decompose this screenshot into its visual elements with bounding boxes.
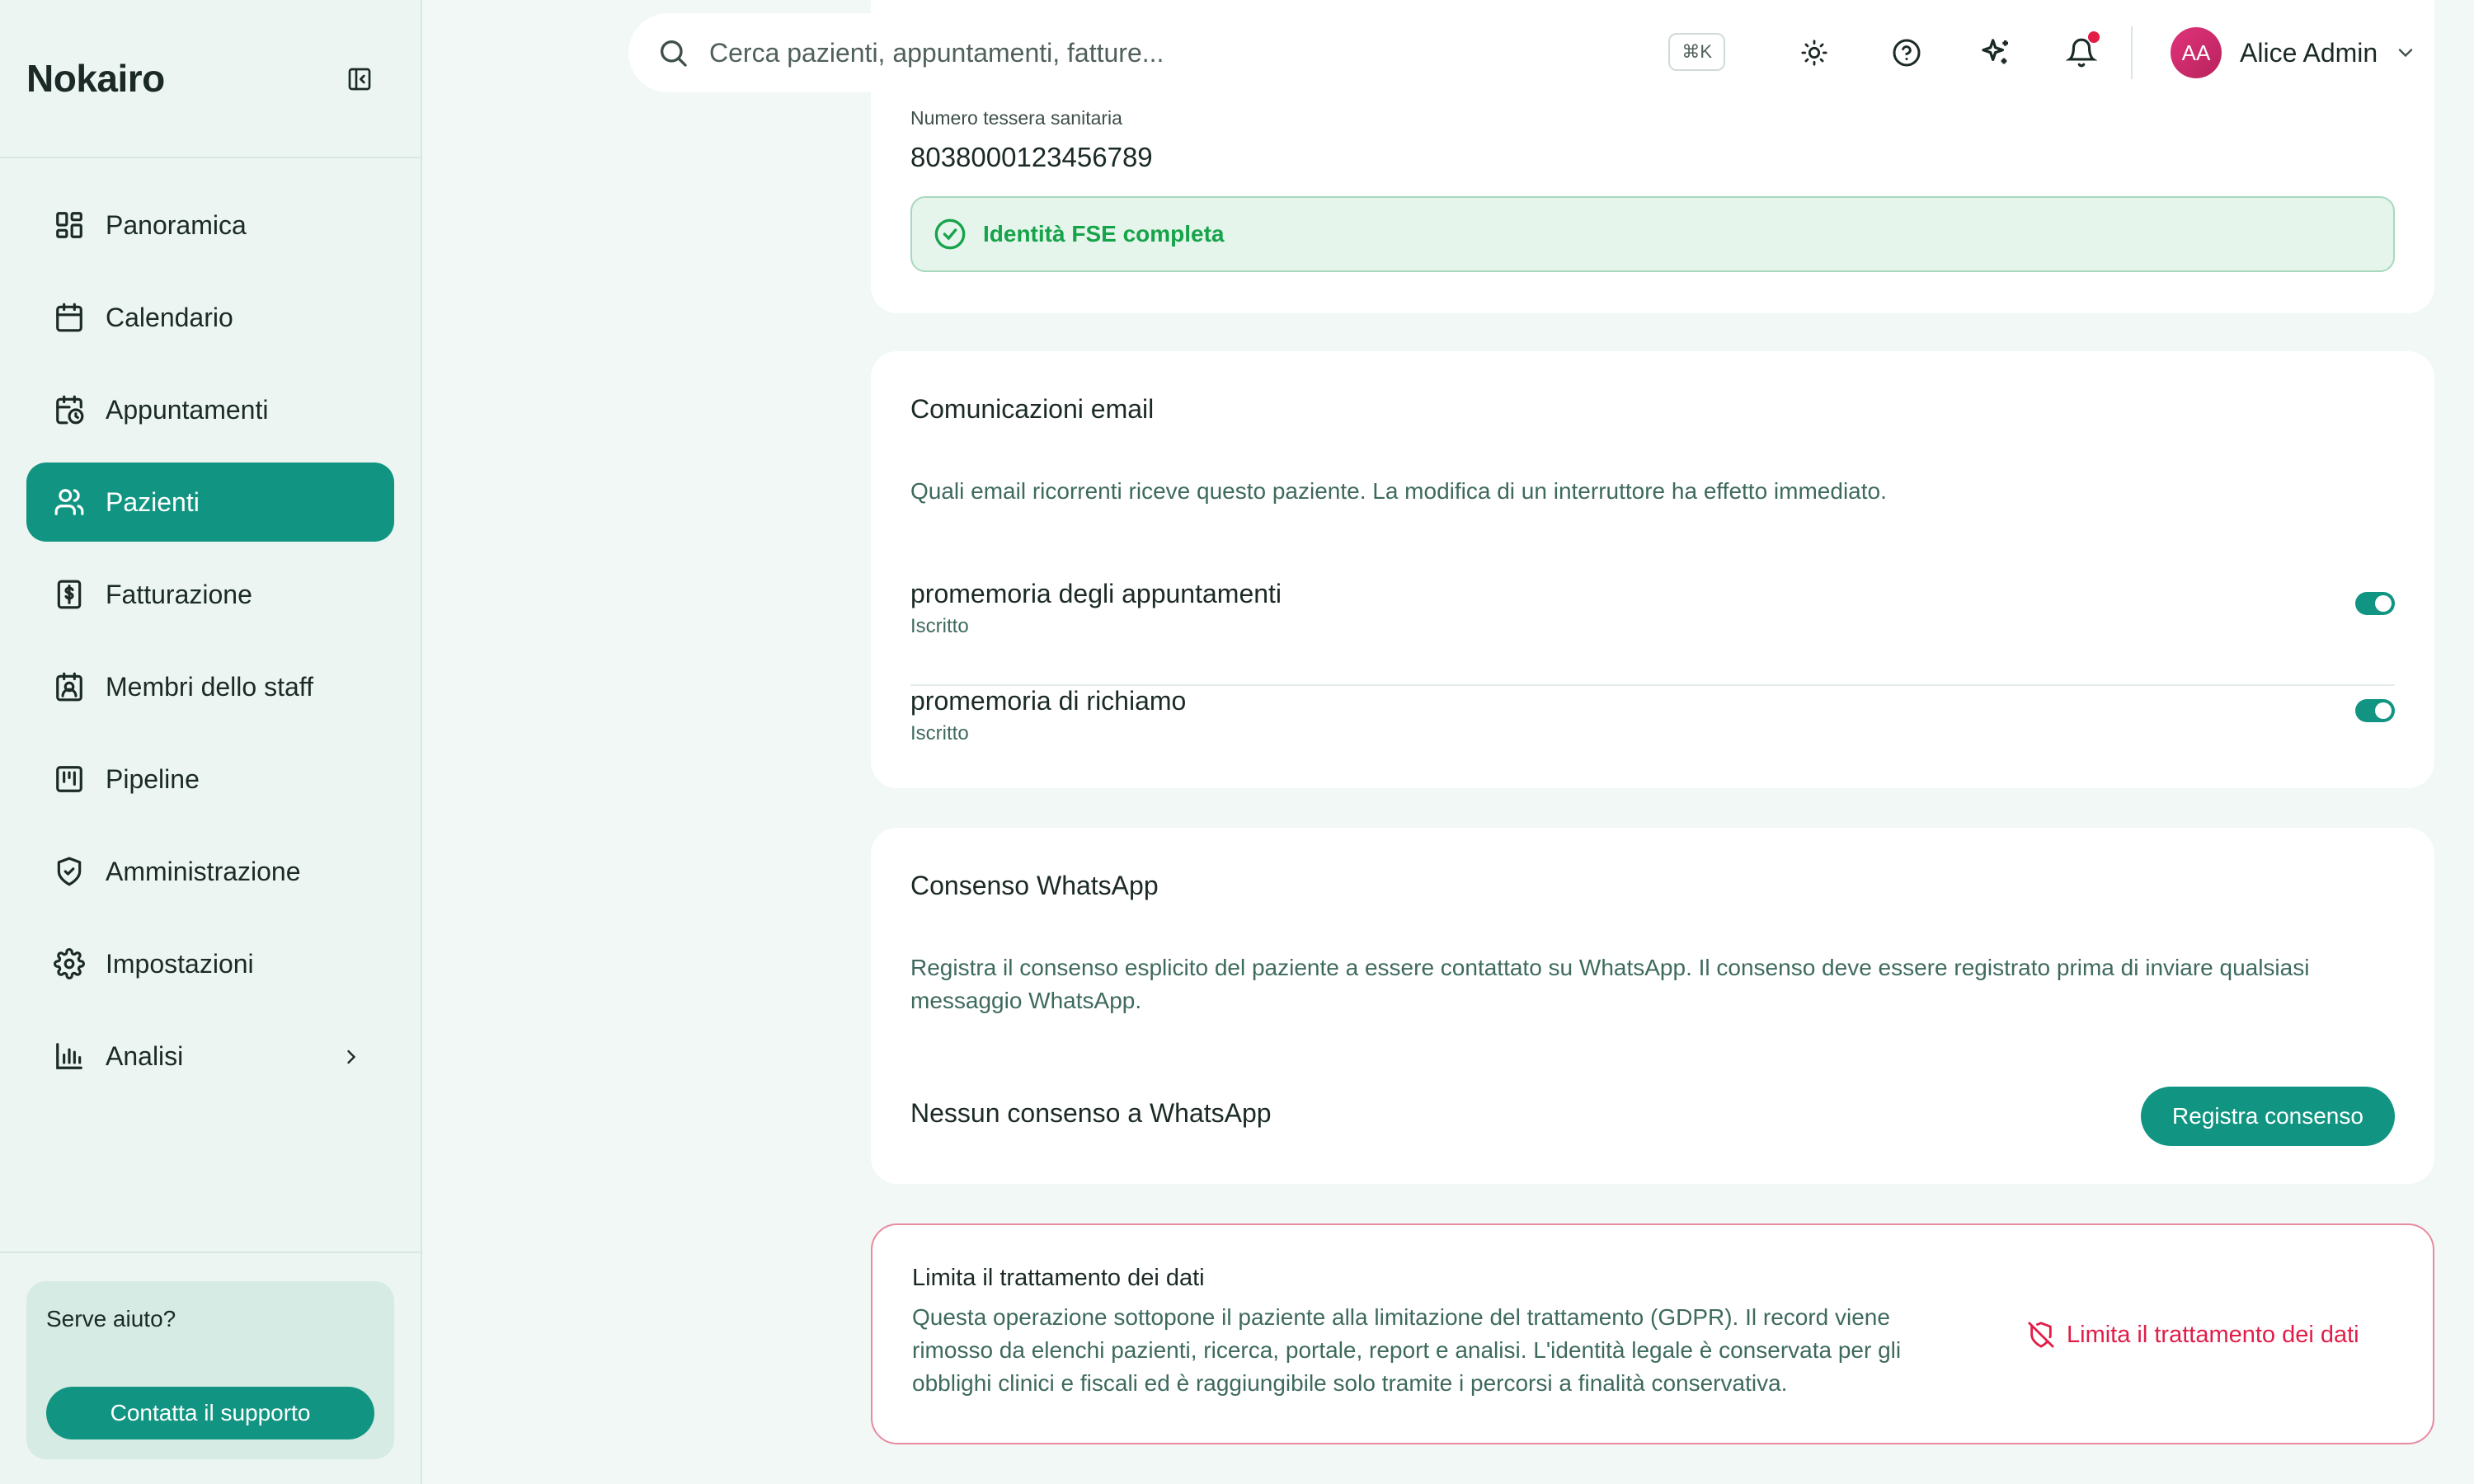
sidebar-item-label: Fatturazione xyxy=(106,579,252,609)
email-preferences-description: Quali email ricorrenti riceve questo paz… xyxy=(910,478,1887,504)
shield-off-icon xyxy=(2028,1322,2054,1348)
sidebar-item-impostazioni[interactable]: Impostazioni xyxy=(26,924,394,1003)
shield-check-icon xyxy=(53,855,86,888)
recall-reminder-toggle[interactable] xyxy=(2355,699,2395,722)
chevron-down-icon xyxy=(2399,49,2413,58)
sidebar-item-panoramica[interactable]: Panoramica xyxy=(26,186,394,265)
user-name: Alice Admin xyxy=(2240,37,2378,68)
sidebar-item-label: Impostazioni xyxy=(106,948,254,979)
sidebar-nav: Panoramica Calendario Appuntamenti Pazie… xyxy=(26,186,394,1109)
restrict-processing-button[interactable]: Limita il trattamento dei dati xyxy=(2027,1314,2359,1355)
search-icon xyxy=(661,40,687,67)
toggle-knob xyxy=(2375,595,2392,612)
app-logo[interactable]: Nokairo xyxy=(26,56,165,101)
sidebar-header: Nokairo xyxy=(0,0,421,158)
restrict-processing-card: Limita il trattamento dei dati Questa op… xyxy=(871,1223,2434,1444)
ai-assistant-button[interactable] xyxy=(1976,33,2015,73)
toggle-knob xyxy=(2375,702,2392,719)
sidebar-item-calendario[interactable]: Calendario xyxy=(26,278,394,357)
user-menu[interactable]: AA Alice Admin xyxy=(2171,25,2417,81)
email-pref-name: promemoria di richiamo xyxy=(910,686,1187,716)
sidebar-collapse-icon xyxy=(348,68,371,91)
sidebar-item-analisi[interactable]: Analisi xyxy=(26,1017,394,1096)
check-circle-icon xyxy=(934,218,966,250)
email-pref-status: Iscritto xyxy=(910,722,969,744)
appointment-reminder-toggle[interactable] xyxy=(2355,592,2395,615)
users-icon xyxy=(53,486,86,519)
collapse-sidebar-button[interactable] xyxy=(345,64,374,94)
theme-toggle-button[interactable] xyxy=(1794,33,1834,73)
email-pref-status: Iscritto xyxy=(910,615,969,637)
fse-status-banner: Identità FSE completa xyxy=(910,196,2395,272)
sidebar-item-label: Pazienti xyxy=(106,486,200,517)
bar-chart-icon xyxy=(53,1040,86,1073)
sidebar: Nokairo Panoramica Calendario Appuntamen… xyxy=(0,0,422,1484)
sparkles-icon xyxy=(1982,39,2008,64)
email-preferences-card: Comunicazioni email Quali email ricorren… xyxy=(871,351,2434,788)
chevron-right-icon xyxy=(340,1045,363,1068)
restrict-processing-button-label: Limita il trattamento dei dati xyxy=(2067,1321,2359,1348)
sidebar-item-fatturazione[interactable]: Fatturazione xyxy=(26,555,394,634)
sidebar-item-label: Appuntamenti xyxy=(106,394,269,425)
email-pref-name: promemoria degli appuntamenti xyxy=(910,579,1282,608)
sidebar-item-membri-dello-staff[interactable]: Membri dello staff xyxy=(26,647,394,726)
invoice-icon xyxy=(53,578,86,611)
staff-badge-icon xyxy=(53,670,86,703)
sidebar-item-appuntamenti[interactable]: Appuntamenti xyxy=(26,370,394,449)
gear-icon xyxy=(53,947,86,980)
restrict-processing-description: Questa operazione sottopone il paziente … xyxy=(912,1304,1902,1396)
sidebar-item-pipeline[interactable]: Pipeline xyxy=(26,740,394,819)
contact-support-button[interactable]: Contatta il supporto xyxy=(46,1387,374,1439)
sidebar-item-amministrazione[interactable]: Amministrazione xyxy=(26,832,394,911)
sidebar-item-label: Pipeline xyxy=(106,763,200,794)
whatsapp-consent-description: Registra il consenso esplicito del pazie… xyxy=(910,955,2310,1013)
health-card-number-value: 8038000123456789 xyxy=(910,142,1153,172)
avatar: AA xyxy=(2171,27,2222,78)
whatsapp-consent-title: Consenso WhatsApp xyxy=(910,871,1159,900)
search-input[interactable] xyxy=(709,37,1600,68)
topbar-divider xyxy=(2131,26,2133,79)
help-title: Serve aiuto? xyxy=(46,1306,176,1331)
notification-badge xyxy=(2088,31,2100,43)
whatsapp-consent-card: Consenso WhatsApp Registra il consenso e… xyxy=(871,828,2434,1184)
calendar-clock-icon xyxy=(53,393,86,426)
fse-status-text: Identità FSE completa xyxy=(983,221,1225,247)
sidebar-item-label: Membri dello staff xyxy=(106,671,313,702)
help-circle-icon xyxy=(1893,39,1921,67)
kanban-icon xyxy=(53,763,86,796)
topbar: ⌘K AA Alice Admin xyxy=(422,0,2474,106)
record-consent-button[interactable]: Registra consenso xyxy=(2141,1087,2395,1146)
dashboard-icon xyxy=(53,209,86,242)
calendar-icon xyxy=(53,301,86,334)
help-card: Serve aiuto? Contatta il supporto xyxy=(26,1281,394,1459)
search-shortcut-hint: ⌘K xyxy=(1668,33,1725,71)
notifications-button[interactable] xyxy=(2062,31,2101,73)
sidebar-item-label: Calendario xyxy=(106,302,233,332)
sidebar-item-label: Analisi xyxy=(106,1040,184,1071)
global-search: ⌘K xyxy=(628,13,1745,92)
help-button[interactable] xyxy=(1887,33,1926,73)
sidebar-item-pazienti[interactable]: Pazienti xyxy=(26,463,394,542)
sun-icon xyxy=(1801,40,1827,66)
email-pref-row: promemoria di richiamo Iscritto xyxy=(910,686,2395,793)
email-pref-row: promemoria degli appuntamenti Iscritto xyxy=(910,579,2395,686)
sidebar-footer: Serve aiuto? Contatta il supporto xyxy=(0,1252,421,1484)
email-preferences-title: Comunicazioni email xyxy=(910,394,1155,424)
restrict-processing-title: Limita il trattamento dei dati xyxy=(912,1265,1205,1291)
sidebar-item-label: Panoramica xyxy=(106,209,247,240)
health-card-number-label: Numero tessera sanitaria xyxy=(910,107,1122,129)
whatsapp-consent-status: Nessun consenso a WhatsApp xyxy=(910,1098,1272,1128)
sidebar-item-label: Amministrazione xyxy=(106,856,301,886)
